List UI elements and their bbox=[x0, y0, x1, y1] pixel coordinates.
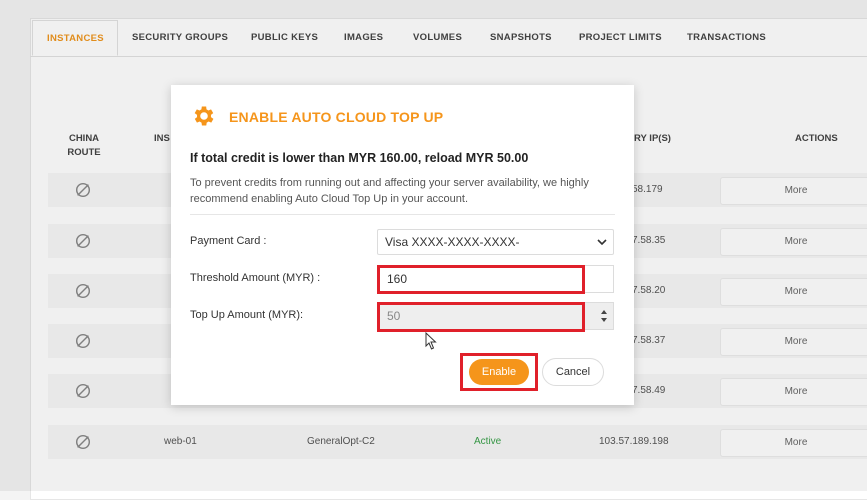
mouse-pointer-icon bbox=[425, 332, 437, 350]
payment-card-value: Visa XXXX-XXXX-XXXX- bbox=[385, 235, 520, 249]
chevron-down-icon bbox=[597, 239, 607, 246]
payment-card-label: Payment Card : bbox=[190, 235, 267, 247]
cancel-button[interactable]: Cancel bbox=[542, 358, 604, 386]
stepper-icon[interactable] bbox=[599, 307, 609, 325]
payment-card-select[interactable]: Visa XXXX-XXXX-XXXX- bbox=[377, 229, 614, 255]
dialog-description: To prevent credits from running out and … bbox=[190, 177, 589, 205]
gear-icon bbox=[194, 106, 214, 126]
auto-topup-dialog: ENABLE AUTO CLOUD TOP UP If total credit… bbox=[171, 85, 634, 405]
divider bbox=[190, 214, 615, 215]
dialog-title: ENABLE AUTO CLOUD TOP UP bbox=[229, 109, 444, 125]
threshold-highlight bbox=[377, 265, 585, 294]
enable-highlight bbox=[460, 353, 538, 391]
topup-highlight bbox=[377, 302, 585, 332]
topup-label: Top Up Amount (MYR): bbox=[190, 309, 304, 321]
dialog-headline: If total credit is lower than MYR 160.00… bbox=[190, 151, 529, 165]
threshold-label: Threshold Amount (MYR) : bbox=[190, 272, 321, 284]
